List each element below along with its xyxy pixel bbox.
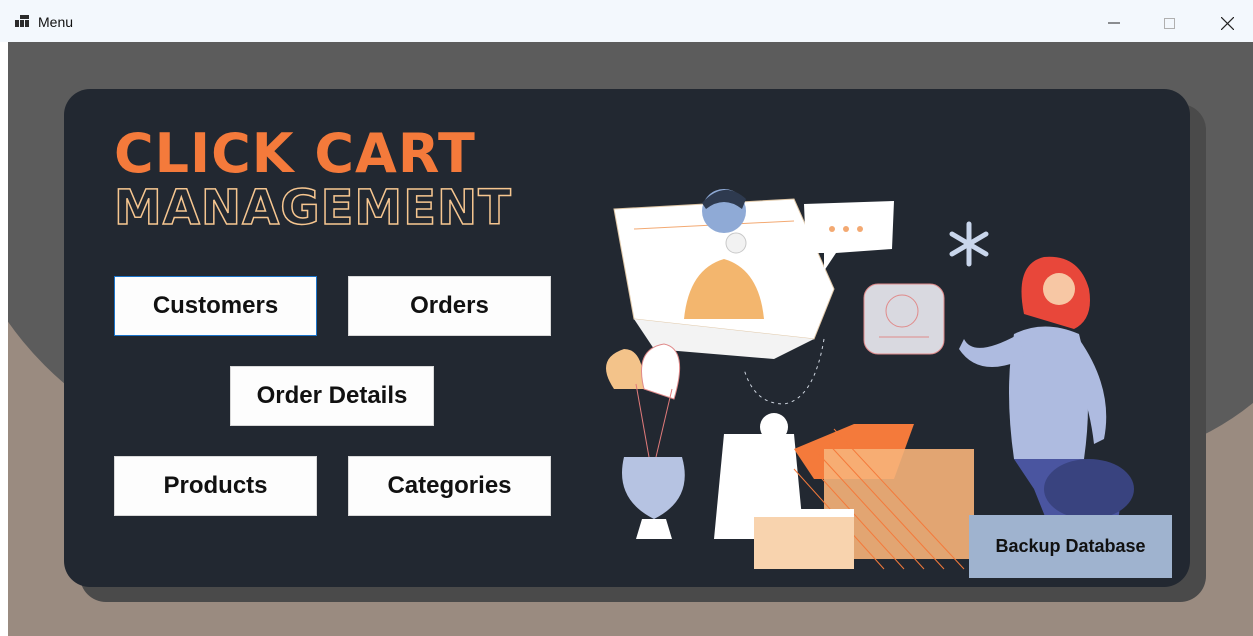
- form-client-area: CLICK CART MANAGEMENT Customers Orders O…: [8, 42, 1253, 636]
- categories-button[interactable]: Categories: [348, 456, 551, 516]
- orders-button[interactable]: Orders: [348, 276, 551, 336]
- brand-title-line2: MANAGEMENT: [113, 180, 512, 236]
- app-icon: [15, 15, 29, 27]
- close-icon: [1220, 16, 1234, 30]
- minimize-button[interactable]: [1094, 9, 1134, 37]
- maximize-button[interactable]: [1149, 9, 1189, 37]
- close-button[interactable]: [1207, 9, 1247, 37]
- maximize-icon: [1163, 17, 1175, 29]
- backup-database-button[interactable]: Backup Database: [969, 515, 1172, 578]
- order-details-button[interactable]: Order Details: [230, 366, 434, 426]
- customers-button[interactable]: Customers: [114, 276, 317, 336]
- menu-card: CLICK CART MANAGEMENT Customers Orders O…: [64, 89, 1190, 587]
- products-button[interactable]: Products: [114, 456, 317, 516]
- minimize-icon: [1108, 22, 1120, 24]
- brand-title-line1: CLICK CART: [114, 122, 476, 185]
- title-bar: Menu: [0, 0, 1253, 42]
- window-title: Menu: [38, 14, 74, 30]
